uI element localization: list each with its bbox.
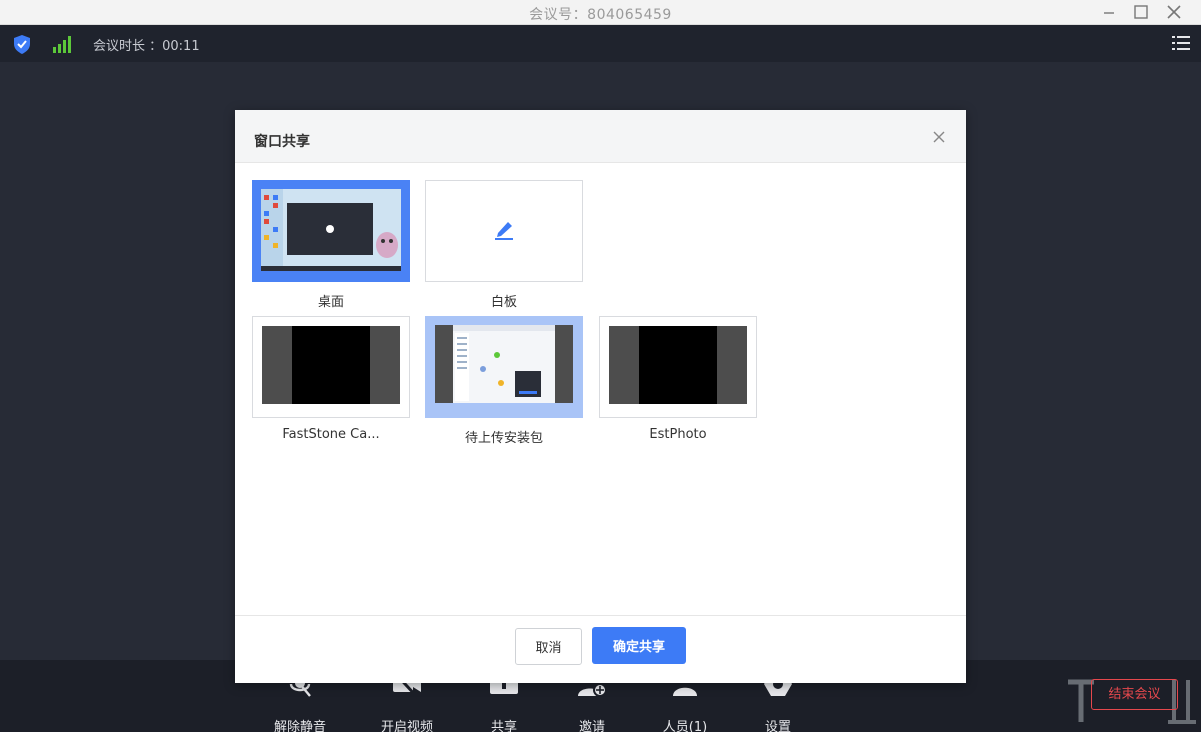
share-item-label: 白板	[490, 295, 517, 310]
window-share-dialog: 窗口共享 桌面 白板 FastStone Ca... 待上传安装包 EstPho…	[235, 110, 966, 683]
dialog-header: 窗口共享	[235, 110, 966, 163]
pencil-icon	[495, 222, 513, 240]
close-icon[interactable]	[1163, 3, 1185, 21]
dialog-title: 窗口共享	[254, 134, 310, 150]
desktop-preview-image	[261, 189, 401, 271]
invite-label: 邀请	[578, 720, 605, 732]
window-preview-image	[435, 325, 573, 403]
mute-label: 解除静音	[273, 720, 326, 732]
cancel-button[interactable]: 取消	[515, 628, 582, 665]
share-label: 共享	[490, 720, 517, 732]
upload-package-thumbnail[interactable]	[425, 316, 583, 418]
minimize-icon[interactable]	[1098, 3, 1120, 21]
window-preview-image	[292, 326, 370, 404]
window-title: 会议号：804065459	[529, 7, 672, 23]
share-item-label: 桌面	[317, 295, 344, 310]
faststone-thumbnail[interactable]	[252, 316, 410, 418]
window-preview-image	[639, 326, 717, 404]
participants-label: 人员(1)	[662, 720, 708, 732]
dialog-footer: 取消 确定共享	[235, 615, 966, 683]
signal-strength-icon[interactable]	[52, 35, 74, 53]
list-menu-icon[interactable]	[1170, 33, 1192, 53]
share-item-label: FastStone Ca...	[282, 427, 380, 442]
share-item-estphoto[interactable]: EstPhoto	[599, 316, 757, 442]
share-item-whiteboard[interactable]: 白板	[425, 180, 583, 310]
settings-label: 设置	[764, 720, 791, 732]
status-bar: 会议时长 ：00:11	[0, 25, 1201, 62]
desktop-thumbnail[interactable]	[252, 180, 410, 282]
share-item-label: 待上传安装包	[464, 431, 543, 446]
meeting-duration: 会议时长 ：00:11	[93, 39, 200, 54]
end-meeting-button[interactable]: 结束会议	[1091, 679, 1178, 710]
maximize-icon[interactable]	[1130, 3, 1152, 21]
whiteboard-thumbnail[interactable]	[425, 180, 583, 282]
confirm-share-button[interactable]: 确定共享	[592, 627, 686, 664]
share-item-desktop[interactable]: 桌面	[252, 180, 410, 310]
share-item-label: EstPhoto	[649, 427, 707, 442]
video-label: 开启视频	[380, 720, 433, 732]
share-item-faststone[interactable]: FastStone Ca...	[252, 316, 410, 442]
estphoto-thumbnail[interactable]	[599, 316, 757, 418]
title-bar: 会议号：804065459	[0, 0, 1201, 25]
dialog-close-icon[interactable]	[932, 130, 946, 144]
shield-icon[interactable]	[11, 33, 33, 55]
share-item-upload-package[interactable]: 待上传安装包	[425, 316, 583, 446]
